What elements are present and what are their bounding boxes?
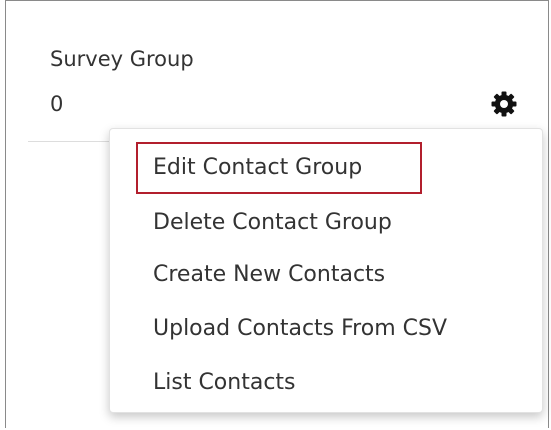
group-count: 0 [50, 92, 64, 116]
gear-icon[interactable] [489, 89, 519, 119]
menu-item-upload-contacts-csv[interactable]: Upload Contacts From CSV [153, 318, 447, 340]
contact-group-card-view: Survey Group 0 Edit Contact Group Delete… [0, 0, 551, 430]
group-title: Survey Group [50, 47, 194, 71]
menu-item-list-contacts[interactable]: List Contacts [153, 372, 296, 394]
menu-item-delete-contact-group[interactable]: Delete Contact Group [153, 212, 392, 234]
menu-item-create-new-contacts[interactable]: Create New Contacts [153, 264, 385, 286]
menu-item-edit-contact-group[interactable]: Edit Contact Group [153, 157, 362, 179]
